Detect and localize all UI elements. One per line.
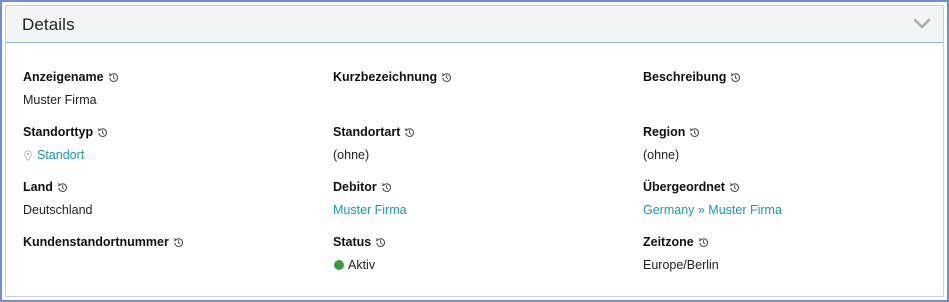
field-label: Kundenstandortnummer: [23, 235, 169, 249]
field-label: Land: [23, 180, 53, 194]
field-value: [23, 257, 323, 273]
map-pin-icon: [24, 149, 32, 161]
field-value: Deutschland: [23, 203, 93, 217]
history-icon[interactable]: [173, 237, 184, 248]
history-icon[interactable]: [375, 237, 386, 248]
field-status: Status Aktiv: [333, 234, 633, 282]
field-value: Muster Firma: [23, 93, 97, 107]
field-beschreibung: Beschreibung: [643, 69, 943, 117]
details-fields: Anzeigename Muster Firma Kurzbezeichnung…: [23, 69, 928, 284]
history-icon[interactable]: [730, 72, 741, 83]
field-label: Region: [643, 125, 686, 139]
field-debitor: Debitor Muster Firma: [333, 179, 633, 227]
panel-title: Details: [22, 15, 75, 34]
field-value: (ohne): [333, 148, 370, 162]
details-panel: Details Anzeigename Muster Firma Kurzbez…: [5, 5, 944, 297]
field-label: Zeitzone: [643, 235, 694, 249]
field-label: Standorttyp: [23, 125, 94, 139]
status-text: Aktiv: [348, 258, 376, 272]
field-label: Status: [333, 235, 372, 249]
panel-header[interactable]: Details: [6, 6, 943, 43]
debitor-link[interactable]: Muster Firma: [333, 202, 633, 218]
history-icon[interactable]: [97, 127, 108, 138]
history-icon[interactable]: [108, 72, 119, 83]
field-anzeigename: Anzeigename Muster Firma: [23, 69, 323, 117]
history-icon[interactable]: [729, 182, 740, 193]
field-standortart: Standortart (ohne): [333, 124, 633, 172]
field-label: Debitor: [333, 180, 377, 194]
field-label: Standortart: [333, 125, 401, 139]
field-kurzbezeichnung: Kurzbezeichnung: [333, 69, 633, 117]
field-standorttyp: Standorttyp Standort: [23, 124, 323, 172]
field-label: Anzeigename: [23, 70, 104, 84]
status-value: Aktiv: [333, 257, 633, 273]
history-icon[interactable]: [698, 237, 709, 248]
field-value: [333, 92, 633, 108]
field-uebergeordnet: Übergeordnet Germany » Muster Firma: [643, 179, 943, 227]
history-icon[interactable]: [381, 182, 392, 193]
history-icon[interactable]: [689, 127, 700, 138]
history-icon[interactable]: [404, 127, 415, 138]
chevron-down-icon[interactable]: [913, 18, 931, 30]
field-value: Europe/Berlin: [643, 258, 719, 272]
field-label: Kurzbezeichnung: [333, 70, 438, 84]
field-kundenstandortnummer: Kundenstandortnummer: [23, 234, 323, 282]
field-region: Region (ohne): [643, 124, 943, 172]
field-label: Übergeordnet: [643, 180, 725, 194]
history-icon[interactable]: [441, 72, 452, 83]
status-dot-icon: [334, 260, 344, 270]
details-frame: Details Anzeigename Muster Firma Kurzbez…: [0, 0, 949, 302]
field-value-link[interactable]: Standort: [23, 147, 323, 163]
field-zeitzone: Zeitzone Europe/Berlin: [643, 234, 943, 282]
field-value: (ohne): [643, 148, 680, 162]
history-icon[interactable]: [57, 182, 68, 193]
uebergeordnet-link[interactable]: Germany » Muster Firma: [643, 202, 943, 218]
field-land: Land Deutschland: [23, 179, 323, 227]
field-value: [643, 92, 943, 108]
field-label: Beschreibung: [643, 70, 727, 84]
standorttyp-link[interactable]: Standort: [37, 148, 84, 162]
